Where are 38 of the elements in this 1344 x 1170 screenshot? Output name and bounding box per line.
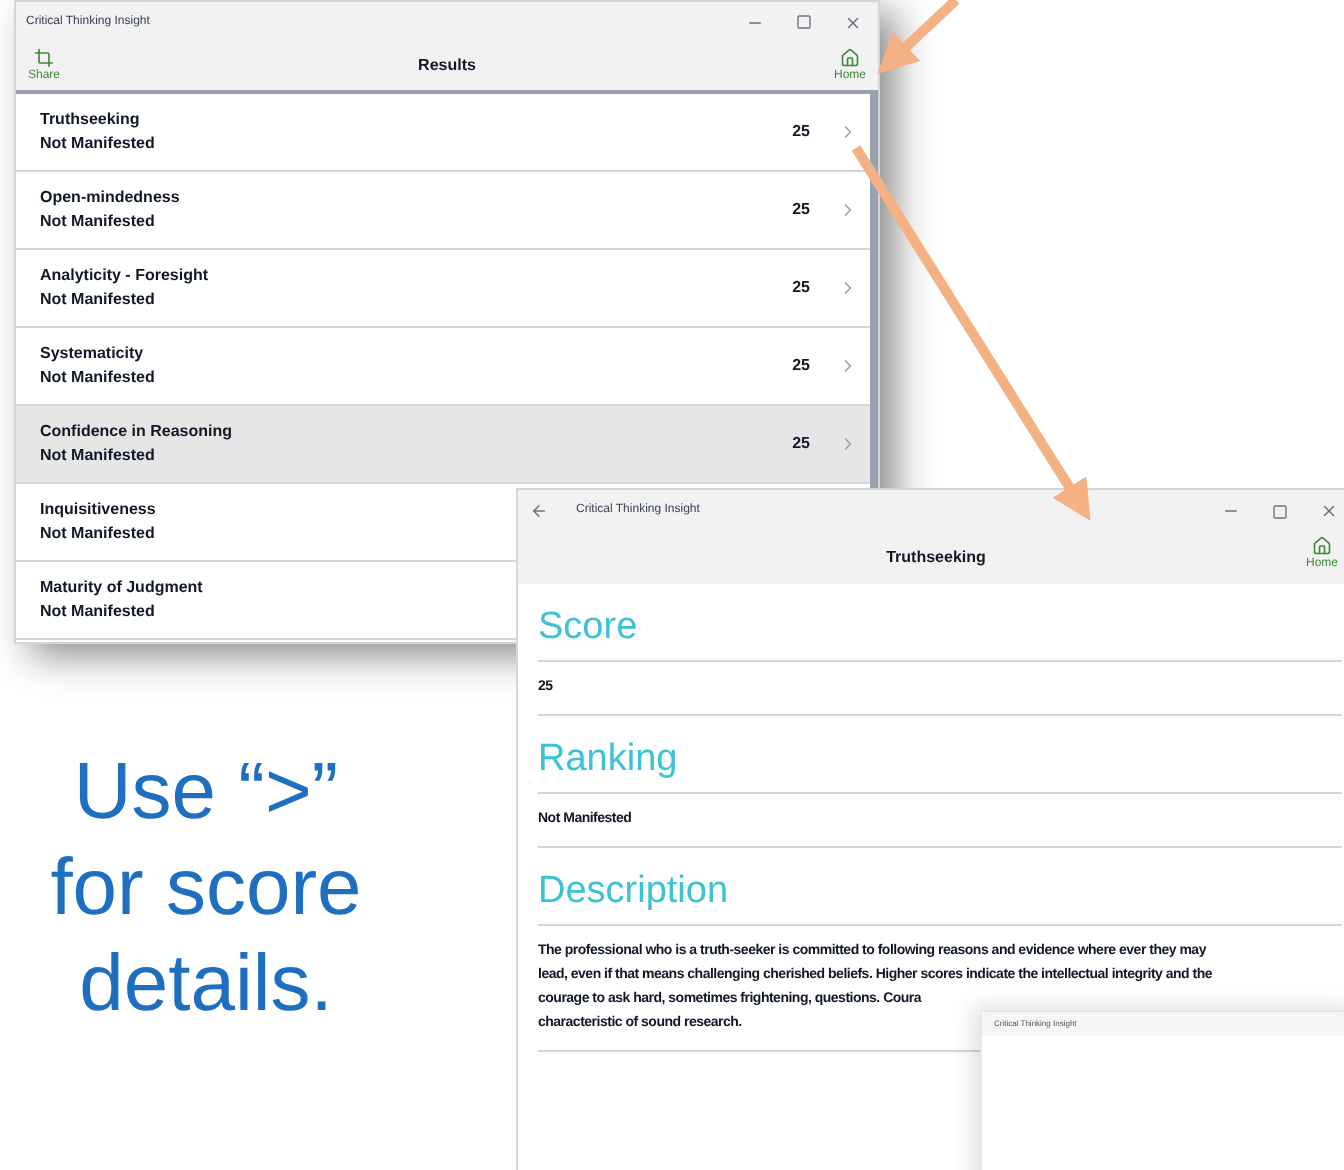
result-row[interactable]: Confidence in Reasoning Not Manifested 25 [16, 406, 870, 484]
home-icon [1311, 536, 1332, 556]
close-icon[interactable] [1320, 502, 1338, 520]
trait-score: 25 [792, 432, 810, 456]
trait-ranking: Not Manifested [40, 366, 155, 390]
trait-name: Confidence in Reasoning [40, 420, 233, 444]
page-title: Truthseeking [886, 546, 986, 570]
trait-score: 25 [792, 198, 810, 222]
trait-name: Open-mindedness [40, 186, 180, 210]
trait-name: Systematicity [40, 342, 144, 366]
trait-ranking: Not Manifested [40, 444, 155, 468]
section-heading: Ranking [538, 736, 680, 784]
trait-name: Analyticity - Foresight [40, 264, 209, 288]
result-row[interactable]: Analyticity - Foresight Not Manifested 25 [16, 250, 870, 328]
trait-score: 25 [792, 120, 810, 144]
result-row[interactable]: Systematicity Not Manifested 25 [16, 328, 870, 406]
trait-name: Truthseeking [40, 108, 140, 132]
trait-ranking: Not Manifested [40, 132, 155, 156]
trait-name: Maturity of Judgment [40, 576, 203, 600]
maximize-icon[interactable] [1272, 503, 1288, 519]
trait-ranking: Not Manifested [40, 288, 155, 312]
trait-score: 25 [792, 276, 810, 300]
trait-ranking: Not Manifested [40, 522, 155, 546]
arrow [877, 0, 960, 74]
maximize-icon[interactable] [796, 14, 812, 30]
result-row[interactable]: Open-mindedness Not Manifested 25 [16, 172, 870, 250]
crop-icon [34, 47, 54, 67]
trait-ranking: Not Manifested [40, 210, 155, 234]
caption-text: Use “>” for score details. [48, 746, 364, 1032]
close-icon[interactable] [844, 13, 862, 31]
home-icon [839, 47, 860, 67]
trait-score: 25 [792, 354, 810, 378]
back-icon[interactable] [530, 502, 548, 520]
page-title: Results [418, 54, 476, 78]
result-row[interactable]: Truthseeking Not Manifested 25 [16, 94, 870, 172]
trait-ranking: Not Manifested [40, 600, 155, 624]
section-heading: Description [538, 868, 731, 916]
trait-name: Inquisitiveness [40, 498, 156, 522]
